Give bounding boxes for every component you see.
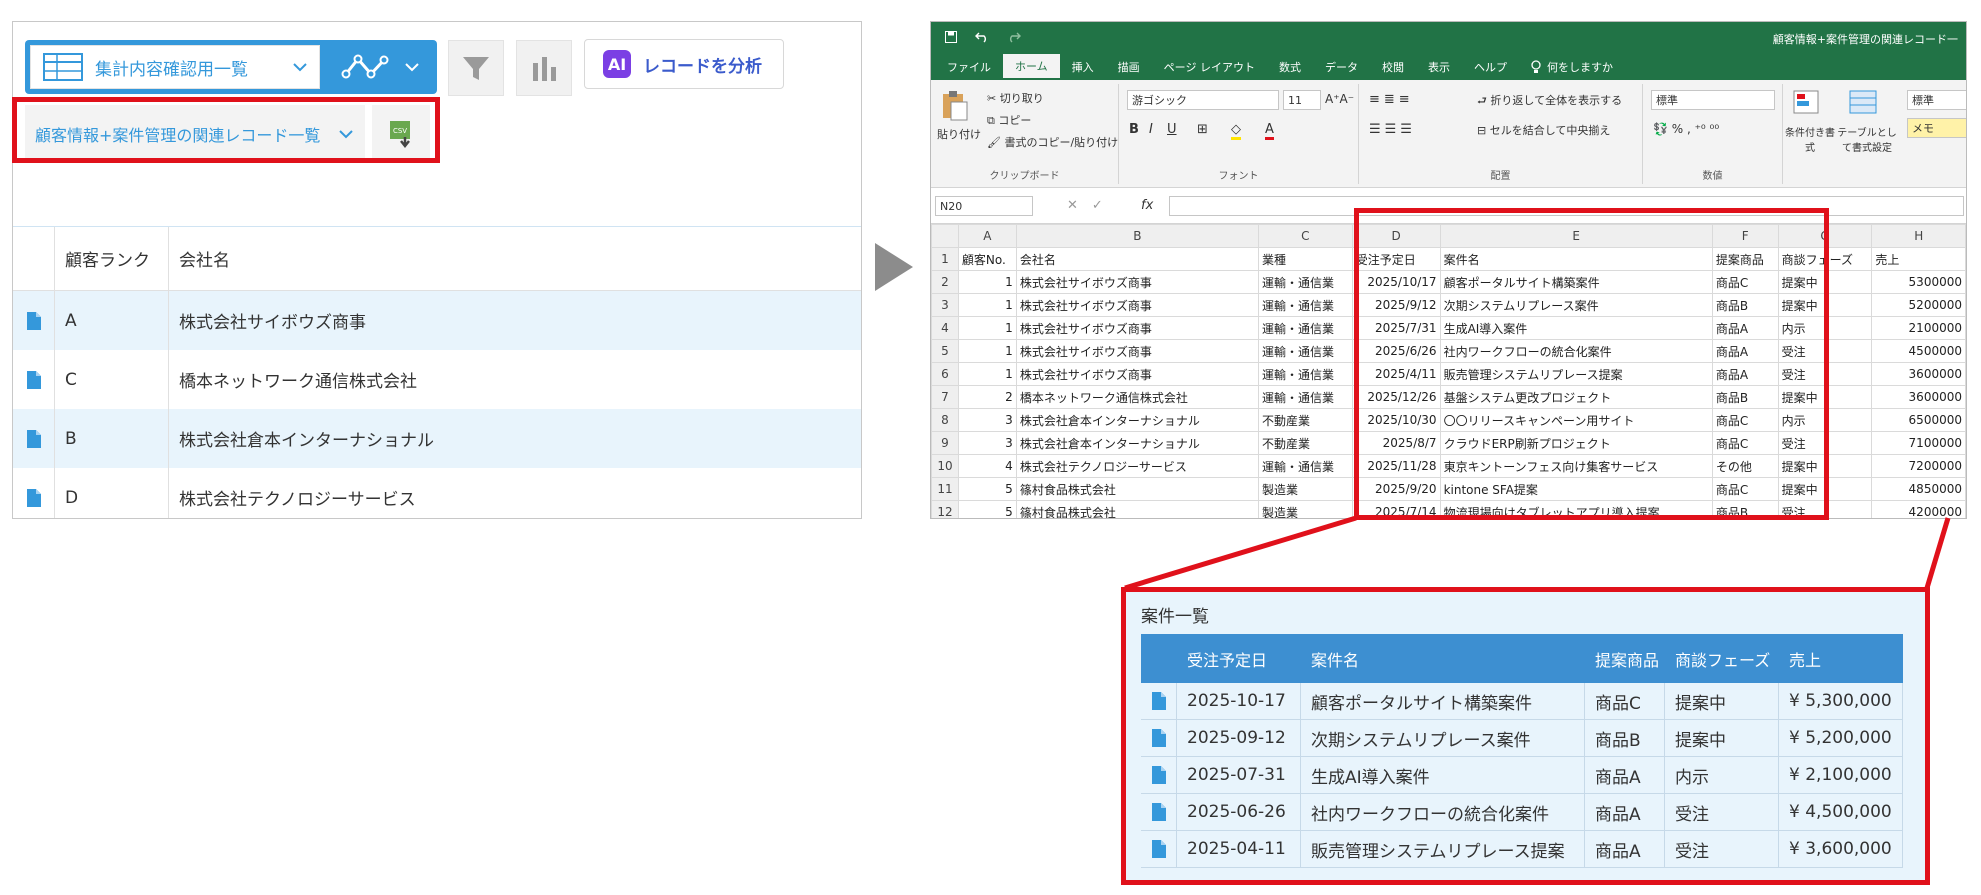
column-header: 案件名 — [1311, 650, 1360, 670]
detail-cell: 商品C — [1585, 683, 1665, 719]
detail-cell: ¥ 4,500,000 — [1779, 794, 1903, 830]
detail-cell: 内示 — [1665, 757, 1779, 793]
record-detail-icon[interactable] — [1151, 840, 1166, 858]
record-detail-icon[interactable] — [1151, 692, 1166, 710]
detail-title: 案件一覧 — [1141, 607, 1209, 627]
detail-cell: 提案中 — [1665, 683, 1779, 719]
record-detail-icon[interactable] — [1151, 803, 1166, 821]
column-header: 受注予定日 — [1187, 650, 1268, 670]
detail-cell: 販売管理システムリプレース提案 — [1301, 831, 1585, 867]
detail-cell: 提案中 — [1665, 720, 1779, 756]
detail-cell: 商品B — [1585, 720, 1665, 756]
related-records-detail: 案件一覧 受注予定日 案件名 提案商品 商談フェーズ 売上 2025-10-17… — [1123, 590, 1928, 883]
detail-row[interactable]: 2025-06-26 社内ワークフローの統合化案件 商品A 受注 ¥ 4,500,000 — [1141, 794, 1903, 831]
detail-row[interactable]: 2025-07-31 生成AI導入案件 商品A 内示 ¥ 2,100,000 — [1141, 757, 1903, 794]
record-detail-icon[interactable] — [1151, 729, 1166, 747]
detail-cell: ¥ 2,100,000 — [1779, 757, 1903, 793]
detail-cell: ¥ 5,200,000 — [1779, 720, 1903, 756]
detail-cell: 2025-07-31 — [1177, 757, 1301, 793]
detail-cell: 受注 — [1665, 794, 1779, 830]
column-header: 提案商品 — [1595, 650, 1660, 670]
detail-cell: 顧客ポータルサイト構築案件 — [1301, 683, 1585, 719]
detail-header-row: 受注予定日 案件名 提案商品 商談フェーズ 売上 — [1141, 634, 1903, 683]
composite-figure: 集計内容確認用一覧 AI レコードを分析 顧客情報+案件管理の関連レコード一覧 … — [0, 0, 1981, 895]
detail-cell: 2025-10-17 — [1177, 683, 1301, 719]
detail-cell: 次期システムリプレース案件 — [1301, 720, 1585, 756]
detail-row[interactable]: 2025-09-12 次期システムリプレース案件 商品B 提案中 ¥ 5,200,000 — [1141, 720, 1903, 757]
detail-cell: 受注 — [1665, 831, 1779, 867]
detail-cell: 2025-06-26 — [1177, 794, 1301, 830]
detail-row[interactable]: 2025-04-11 販売管理システムリプレース提案 商品A 受注 ¥ 3,600,00… — [1141, 831, 1903, 868]
detail-cell: 商品A — [1585, 831, 1665, 867]
detail-cell: 商品A — [1585, 794, 1665, 830]
detail-cell: 商品A — [1585, 757, 1665, 793]
detail-cell: ¥ 3,600,000 — [1779, 831, 1903, 867]
detail-cell: 社内ワークフローの統合化案件 — [1301, 794, 1585, 830]
detail-table: 受注予定日 案件名 提案商品 商談フェーズ 売上 2025-10-17 顧客ポータ… — [1141, 634, 1903, 868]
detail-row[interactable]: 2025-10-17 顧客ポータルサイト構築案件 商品C 提案中 ¥ 5,300,000 — [1141, 683, 1903, 720]
column-header: 売上 — [1789, 650, 1822, 670]
detail-cell: 生成AI導入案件 — [1301, 757, 1585, 793]
detail-cell: ¥ 5,300,000 — [1779, 683, 1903, 719]
column-header: 商談フェーズ — [1675, 650, 1771, 670]
detail-cell: 2025-04-11 — [1177, 831, 1301, 867]
record-detail-icon[interactable] — [1151, 766, 1166, 784]
detail-cell: 2025-09-12 — [1177, 720, 1301, 756]
